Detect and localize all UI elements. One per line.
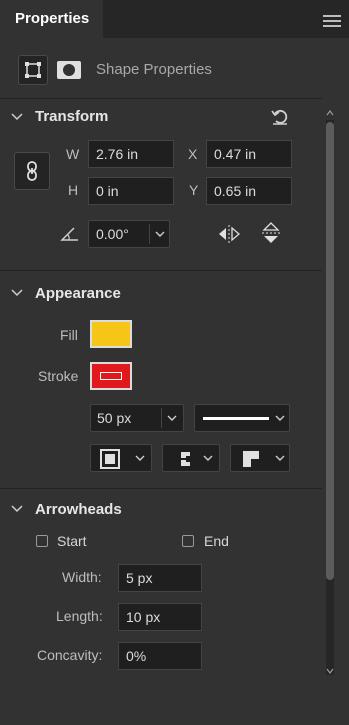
mask-icon — [57, 61, 81, 79]
chevron-down-icon — [167, 415, 177, 421]
appearance-collapse-chevron-icon[interactable] — [11, 289, 23, 297]
chevron-down-icon — [275, 455, 285, 461]
shape-properties-title: Shape Properties — [96, 61, 212, 78]
stroke-join-icon — [243, 451, 259, 467]
stroke-join-dropdown[interactable] — [230, 444, 290, 472]
fill-label: Fill — [60, 327, 78, 343]
appearance-section-title: Appearance — [35, 285, 121, 302]
chevron-down-icon — [155, 231, 165, 237]
chevron-down-icon — [203, 455, 213, 461]
flip-vertical-icon[interactable] — [260, 221, 282, 245]
stroke-color-swatch[interactable] — [90, 362, 132, 390]
divider — [0, 488, 322, 489]
start-checkbox-label: Start — [57, 533, 87, 549]
y-label: Y — [189, 182, 199, 198]
end-arrowhead-checkbox[interactable] — [182, 535, 194, 547]
start-arrowhead-checkbox[interactable] — [36, 535, 48, 547]
arrowheads-section-title: Arrowheads — [35, 501, 122, 518]
width-input[interactable]: 2.76 in — [88, 140, 174, 168]
fill-color-swatch[interactable] — [90, 320, 132, 348]
x-label: X — [188, 146, 198, 162]
link-icon — [27, 161, 37, 181]
chevron-down-icon — [275, 415, 285, 421]
chevron-down-icon — [135, 455, 145, 461]
stroke-cap-dropdown[interactable] — [162, 444, 220, 472]
solid-line-preview — [203, 417, 269, 420]
stroke-cap-icon — [177, 452, 194, 466]
y-position-input[interactable]: 0.65 in — [206, 177, 292, 205]
arrow-length-input[interactable]: 10 px — [118, 603, 202, 631]
arrow-width-input[interactable]: 5 px — [118, 564, 202, 592]
arrow-concavity-input[interactable]: 0% — [118, 642, 202, 670]
rotation-angle-value: 0.00° — [96, 226, 129, 242]
arrow-length-label: Length: — [56, 608, 103, 624]
scroll-down-arrow-icon[interactable] — [326, 668, 334, 674]
stroke-indicator — [100, 372, 122, 380]
angle-icon — [60, 227, 78, 241]
stroke-width-dropdown[interactable]: 50 px — [90, 404, 184, 432]
shape-bounds-button[interactable] — [18, 55, 48, 85]
shape-mask-button[interactable] — [54, 55, 84, 85]
flip-horizontal-icon[interactable] — [217, 224, 241, 244]
height-input[interactable]: 0 in — [88, 177, 174, 205]
arrowheads-collapse-chevron-icon[interactable] — [11, 505, 23, 513]
arrow-width-label: Width: — [62, 569, 102, 585]
transform-section-title: Transform — [35, 108, 109, 125]
rotation-angle-dropdown[interactable]: 0.00° — [88, 220, 170, 248]
divider — [0, 270, 322, 271]
panel-menu-icon[interactable] — [323, 15, 341, 27]
stroke-alignment-dropdown[interactable] — [90, 444, 152, 472]
transform-collapse-chevron-icon[interactable] — [11, 113, 23, 121]
end-checkbox-label: End — [204, 533, 229, 549]
stroke-label: Stroke — [38, 368, 79, 384]
width-label: W — [66, 146, 80, 162]
divider — [0, 98, 322, 99]
stroke-width-value: 50 px — [97, 410, 132, 426]
stroke-style-dropdown[interactable] — [194, 404, 290, 432]
reset-transform-icon[interactable] — [270, 106, 290, 126]
bounding-box-icon — [25, 62, 41, 78]
height-label: H — [68, 182, 79, 198]
x-position-input[interactable]: 0.47 in — [206, 140, 292, 168]
scroll-up-arrow-icon[interactable] — [326, 110, 334, 116]
tab-properties[interactable]: Properties — [0, 0, 103, 38]
arrow-concavity-label: Concavity: — [37, 647, 103, 663]
constrain-proportions-button[interactable] — [14, 152, 50, 190]
scrollbar-thumb[interactable] — [326, 122, 334, 580]
stroke-align-inside-icon — [100, 449, 120, 469]
